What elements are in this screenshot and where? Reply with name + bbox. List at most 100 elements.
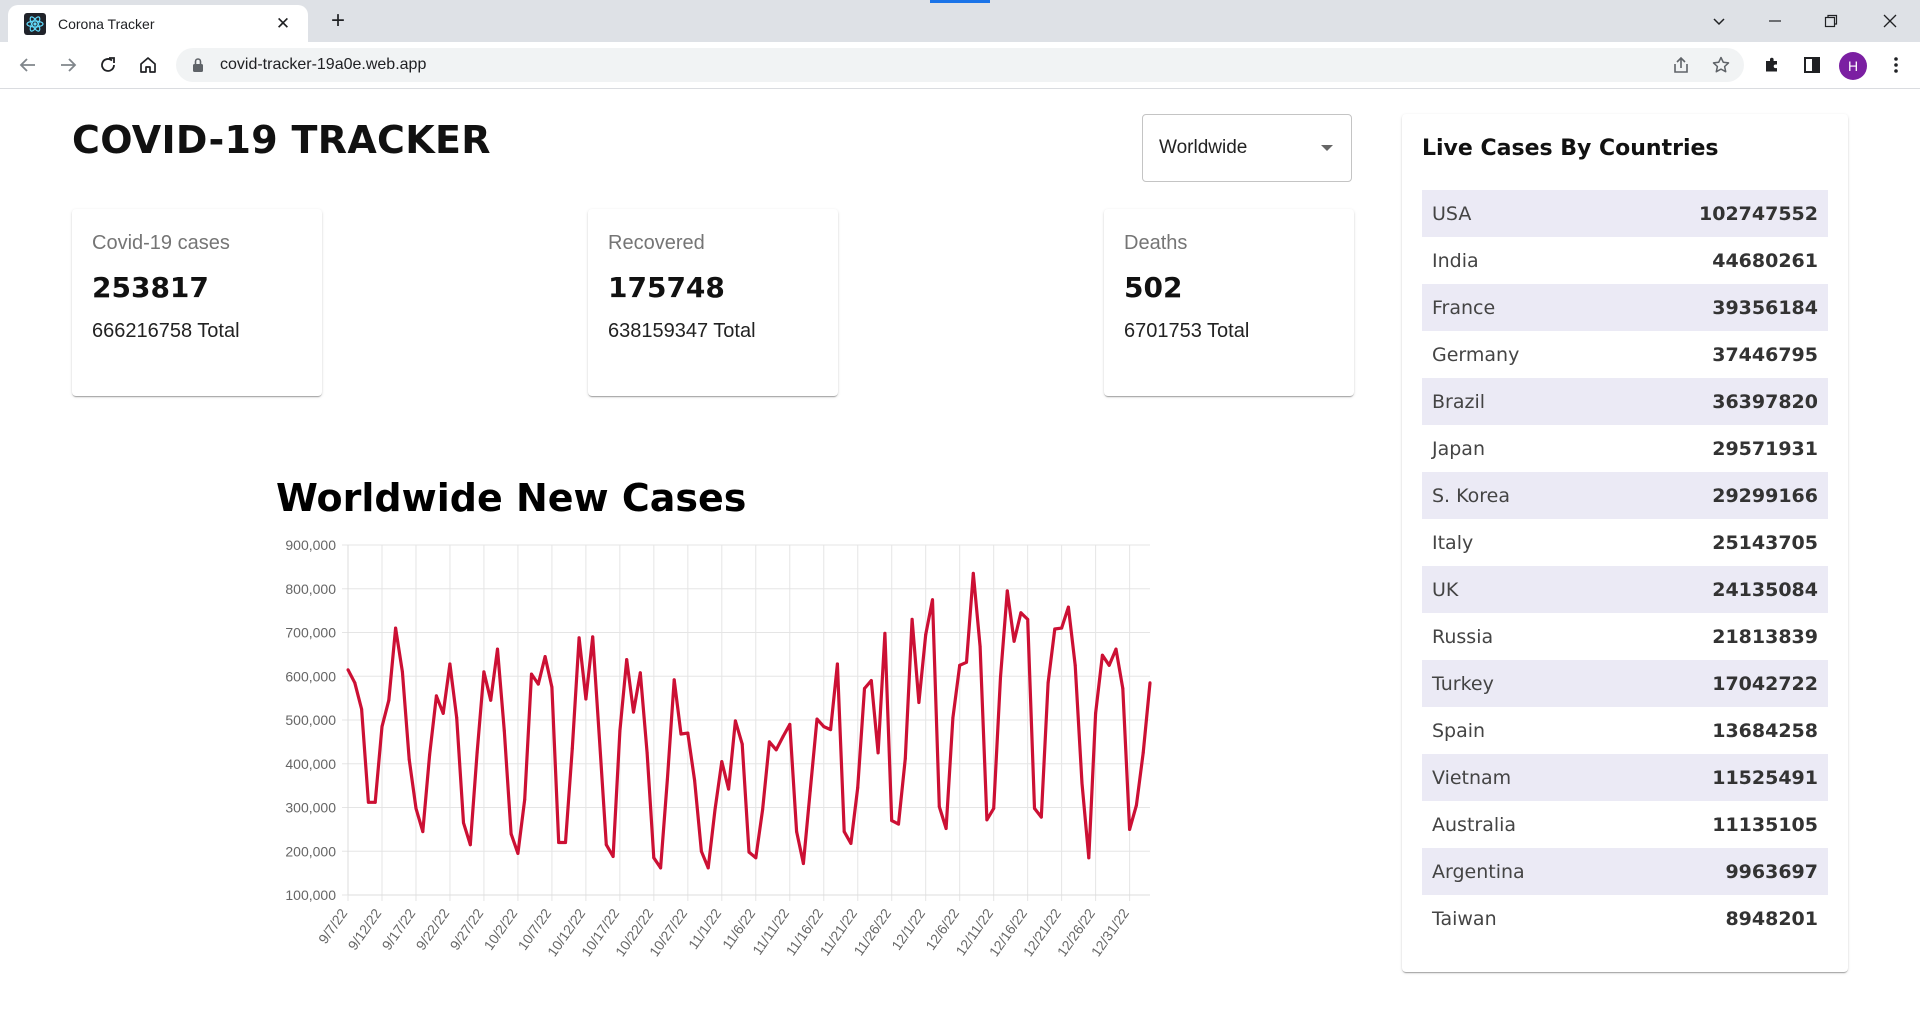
data-point: [1005, 589, 1009, 593]
data-point: [509, 832, 513, 836]
data-point: [1073, 663, 1077, 667]
data-point: [883, 631, 887, 635]
cases-card[interactable]: Covid-19 cases 253817 666216758 Total: [72, 209, 322, 396]
bookmark-star-icon[interactable]: [1704, 48, 1738, 82]
url-text[interactable]: covid-tracker-19a0e.web.app: [220, 56, 1664, 74]
deaths-card[interactable]: Deaths 502 6701753 Total: [1104, 209, 1354, 396]
data-point: [475, 751, 479, 755]
country-select[interactable]: Worldwide: [1142, 114, 1352, 182]
country-name: Turkey: [1432, 672, 1494, 695]
data-point: [1033, 806, 1036, 810]
data-point: [849, 841, 853, 845]
data-point: [530, 672, 533, 676]
data-point: [713, 808, 717, 812]
tab-search-icon[interactable]: [1691, 0, 1747, 42]
browser-tab[interactable]: Corona Tracker ✕: [8, 5, 308, 42]
browser-menu-icon[interactable]: [1880, 49, 1912, 81]
extensions-puzzle-icon[interactable]: [1756, 49, 1788, 81]
data-point: [632, 710, 635, 714]
country-name: Taiwan: [1432, 907, 1497, 930]
react-logo-icon: [24, 12, 46, 35]
data-point: [625, 658, 629, 662]
country-cases: 9963697: [1725, 860, 1818, 883]
back-arrow-icon[interactable]: [12, 49, 44, 81]
address-bar[interactable]: covid-tracker-19a0e.web.app: [176, 48, 1744, 82]
x-tick-label: 9/27/22: [446, 905, 486, 953]
data-point: [618, 729, 622, 733]
table-row: Germany 37446795: [1422, 331, 1828, 378]
table-row: Taiwan 8948201: [1422, 895, 1828, 942]
country-cases: 44680261: [1712, 249, 1818, 272]
data-point: [421, 830, 425, 834]
table-row: Russia 21813839: [1422, 613, 1828, 660]
data-point: [1128, 827, 1132, 831]
data-point: [428, 753, 432, 757]
country-name: UK: [1432, 578, 1459, 601]
country-select-value[interactable]: Worldwide: [1159, 137, 1321, 159]
country-cases: 8948201: [1725, 907, 1818, 930]
forward-arrow-icon[interactable]: [52, 49, 84, 81]
data-point: [489, 698, 493, 702]
home-icon[interactable]: [132, 49, 164, 81]
data-point: [577, 636, 581, 640]
country-cases: 17042722: [1712, 672, 1818, 695]
profile-avatar[interactable]: H: [1839, 52, 1867, 80]
data-point: [441, 711, 445, 715]
lock-icon[interactable]: [190, 57, 206, 73]
y-tick-label: 900,000: [285, 537, 336, 553]
x-tick-label: 12/1/22: [888, 905, 928, 953]
data-point: [856, 786, 860, 790]
table-row: S. Korea 29299166: [1422, 472, 1828, 519]
data-point: [971, 571, 975, 575]
country-name: Italy: [1432, 531, 1474, 554]
country-name: Australia: [1432, 813, 1517, 836]
data-point: [788, 722, 792, 726]
data-point: [740, 742, 744, 746]
tab-close-icon[interactable]: ✕: [268, 14, 298, 34]
data-point: [869, 679, 873, 683]
data-point: [407, 757, 411, 761]
data-point: [1039, 815, 1043, 819]
data-point: [659, 866, 663, 870]
new-cases-line-chart: 900,000 800,000 700,000 600,000 500,000 400,0…: [285, 537, 1152, 959]
data-point: [931, 598, 934, 602]
table-row: Spain 13684258: [1422, 707, 1828, 754]
close-window-icon[interactable]: [1862, 0, 1918, 42]
app-title: COVID-19 TRACKER: [72, 118, 491, 162]
browser-tab-strip: Corona Tracker ✕ +: [0, 0, 1920, 42]
country-name: Spain: [1432, 719, 1486, 742]
card-total: 6701753 Total: [1124, 320, 1250, 342]
recovered-card[interactable]: Recovered 175748 638159347 Total: [588, 209, 838, 396]
data-point: [543, 655, 547, 659]
data-point: [1060, 626, 1064, 630]
side-panel-icon[interactable]: [1796, 49, 1828, 81]
card-new-count: 175748: [608, 271, 725, 304]
data-point: [604, 843, 608, 847]
data-point: [468, 843, 472, 847]
x-tick-label: 9/7/22: [315, 905, 351, 946]
data-point: [774, 748, 778, 752]
x-tick-label: 9/12/22: [345, 905, 385, 953]
table-row: Turkey 17042722: [1422, 660, 1828, 707]
dropdown-caret-icon[interactable]: [1321, 145, 1333, 151]
share-icon[interactable]: [1664, 48, 1698, 82]
card-new-count: 253817: [92, 271, 209, 304]
data-point: [536, 682, 540, 686]
reload-icon[interactable]: [92, 49, 124, 81]
data-point: [584, 697, 588, 701]
restore-icon[interactable]: [1803, 0, 1859, 42]
data-point: [1100, 653, 1104, 657]
country-cases: 25143705: [1712, 531, 1818, 554]
data-point: [761, 808, 765, 812]
y-tick-label: 500,000: [285, 712, 336, 728]
table-row: USA 102747552: [1422, 190, 1828, 237]
x-tick-label: 9/17/22: [379, 905, 419, 953]
minimize-icon[interactable]: [1747, 0, 1803, 42]
data-point: [1087, 856, 1091, 860]
data-point: [1094, 711, 1098, 715]
data-point: [720, 760, 724, 764]
table-row: UK 24135084: [1422, 566, 1828, 613]
data-point: [842, 830, 846, 834]
data-point: [652, 856, 656, 860]
new-tab-button[interactable]: +: [324, 6, 352, 36]
